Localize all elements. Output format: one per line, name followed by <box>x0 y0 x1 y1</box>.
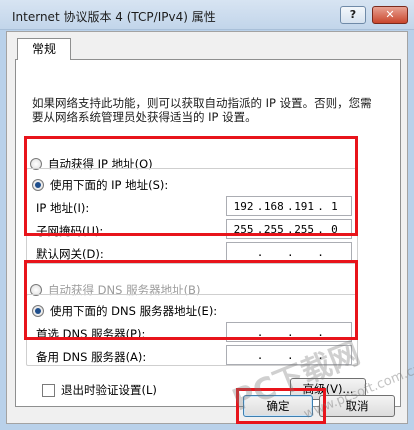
manual-dns-radio[interactable] <box>32 305 44 317</box>
mask-octet-3: 255 <box>294 222 315 236</box>
octet-separator: . <box>317 222 324 236</box>
octet-separator: . <box>256 245 264 259</box>
ip-octet-1: 192 <box>233 199 254 213</box>
ip-address-label: IP 地址(I): <box>36 201 90 215</box>
manual-dns-option[interactable]: 使用下面的 DNS 服务器地址(E): <box>32 303 217 319</box>
subnet-mask-label: 子网掩码(U): <box>36 224 104 238</box>
octet-separator: . <box>256 325 264 339</box>
ip-octet-3: 191 <box>294 199 315 213</box>
manual-ip-option[interactable]: 使用下面的 IP 地址(S): <box>32 177 168 193</box>
window-title: Internet 协议版本 4 (TCP/IPv4) 属性 <box>12 10 216 24</box>
alternate-dns-label: 备用 DNS 服务器(A): <box>36 350 147 364</box>
ip-address-input[interactable]: 192. 168. 191. 1 <box>226 196 352 216</box>
ip-octet-4: 1 <box>331 199 338 213</box>
octet-separator: . <box>256 222 264 236</box>
octet-separator: . <box>317 325 324 339</box>
mask-octet-4: 0 <box>331 222 338 236</box>
manual-ip-label: 使用下面的 IP 地址(S): <box>50 178 169 192</box>
tab-general[interactable]: 常规 <box>17 38 71 60</box>
octet-separator: . <box>286 222 294 236</box>
mask-octet-2: 255 <box>263 222 284 236</box>
gateway-input[interactable]: . . . <box>226 242 352 262</box>
octet-separator: . <box>256 348 264 362</box>
subnet-mask-input[interactable]: 255. 255. 255. 0 <box>226 219 352 239</box>
validate-on-exit-label: 退出时验证设置(L) <box>61 383 157 397</box>
ip-octet-2: 168 <box>263 199 284 213</box>
validate-on-exit-checkbox[interactable] <box>42 383 55 397</box>
octet-separator: . <box>286 199 294 213</box>
preferred-dns-label: 首选 DNS 服务器(P): <box>36 327 146 341</box>
octet-separator: . <box>317 199 324 213</box>
close-button[interactable]: ✕ <box>372 6 408 24</box>
mask-octet-1: 255 <box>233 222 254 236</box>
gateway-label: 默认网关(D): <box>36 247 104 261</box>
octet-separator: . <box>286 245 294 259</box>
manual-ip-radio[interactable] <box>32 179 44 191</box>
description-text: 如果网络支持此功能，则可以获取自动指派的 IP 设置。否则，您需要从网络系统管理… <box>32 96 372 124</box>
help-button[interactable]: ? <box>340 6 366 24</box>
title-bar: Internet 协议版本 4 (TCP/IPv4) 属性 ? ✕ <box>0 0 414 30</box>
validate-on-exit-option[interactable]: 退出时验证设置(L) <box>42 382 157 398</box>
manual-dns-label: 使用下面的 DNS 服务器地址(E): <box>50 304 218 318</box>
octet-separator: . <box>286 325 294 339</box>
octet-separator: . <box>256 199 264 213</box>
octet-separator: . <box>317 245 324 259</box>
